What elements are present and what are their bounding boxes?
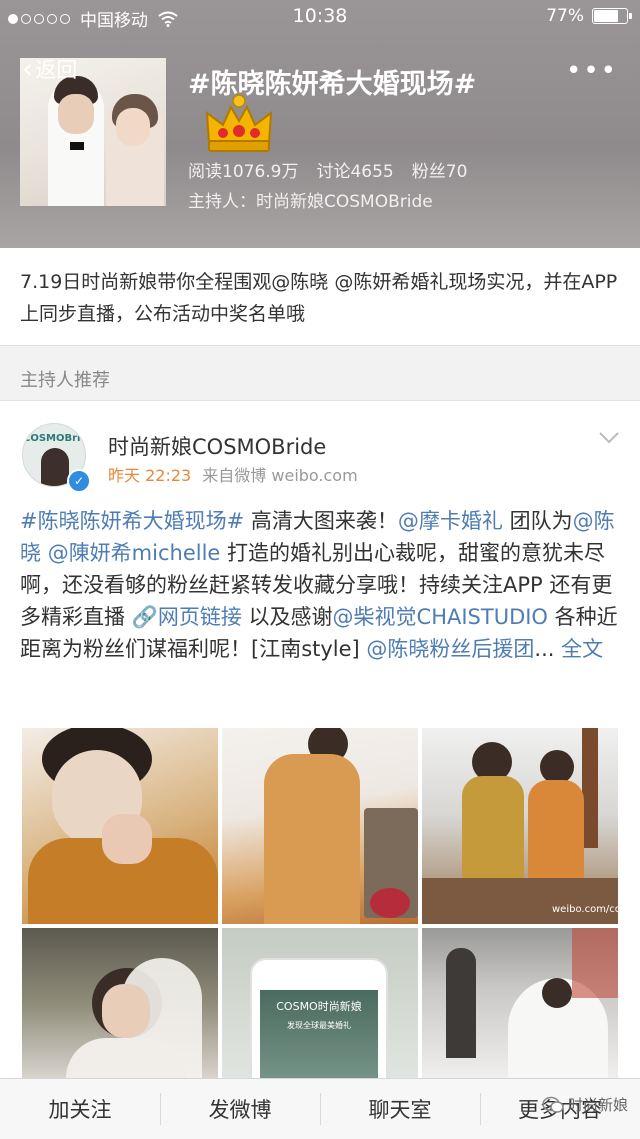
post-text-segment: 以及感谢 <box>241 605 333 629</box>
chevron-down-icon[interactable] <box>598 431 620 445</box>
post-photo-1[interactable] <box>22 728 218 924</box>
post-meta: 昨天 22:23 来自微博 weibo.com <box>108 462 358 486</box>
post-photo-6[interactable] <box>422 928 618 1078</box>
wechat-account-name: 时尚新娘 <box>567 1096 628 1114</box>
phone-mockup: COSMO时尚新娘 发现全球最美婚礼 <box>250 958 388 1078</box>
chevron-left-icon: ‹ <box>22 52 34 85</box>
chatroom-button[interactable]: 聊天室 <box>320 1079 480 1139</box>
topic-host[interactable]: 主持人：时尚新娘COSMOBride <box>188 187 433 212</box>
post-link[interactable]: @陳妍希michelle <box>48 541 221 565</box>
section-label: 主持人推荐 <box>20 370 110 391</box>
post-text-segment: 团队为 <box>502 509 573 533</box>
topic-description: 7.19日时尚新娘带你全程围观@陈晓 @陈妍希婚礼现场实况，并在APP上同步直播… <box>0 248 640 346</box>
post-photo-3[interactable] <box>422 728 618 924</box>
post-weibo-button[interactable]: 发微博 <box>160 1079 320 1139</box>
post-author[interactable]: 时尚新娘COSMOBride <box>108 431 326 461</box>
post-source: 来自微博 weibo.com <box>202 466 358 485</box>
post-text-segment: ... <box>534 637 562 661</box>
post-link[interactable]: @陈晓粉丝后援团 <box>366 637 534 661</box>
wechat-watermark: 时尚新娘 <box>542 1094 628 1115</box>
post-link[interactable]: @摩卡婚礼 <box>398 509 503 533</box>
photo-watermark: weibo.com/cosmob <box>552 904 640 915</box>
clock: 10:38 <box>292 5 348 27</box>
post-text: #陈晓陈妍希大婚现场# 高清大图来袭！@摩卡婚礼 团队为@陈晓 @陳妍希mich… <box>20 505 624 665</box>
back-button[interactable]: ‹ 返回 <box>22 54 77 84</box>
verified-badge-icon: ✓ <box>67 469 91 493</box>
topic-stats: 阅读1076.9万 讨论4655 粉丝70 <box>188 157 467 182</box>
battery-percent: 77% <box>546 6 584 26</box>
post-link[interactable]: 全文 <box>561 637 603 661</box>
wechat-icon <box>542 1096 564 1113</box>
more-menu-button[interactable]: ••• <box>566 58 618 84</box>
read-count: 阅读1076.9万 <box>188 162 299 182</box>
phone-screen-subtitle: 发现全球最美婚礼 <box>287 1021 351 1030</box>
discuss-count: 讨论4655 <box>316 162 394 182</box>
post-link[interactable]: #陈晓陈妍希大婚现场# <box>20 509 244 533</box>
post-link[interactable]: @柴视觉CHAISTUDIO <box>333 605 548 629</box>
post-photo-5[interactable]: COSMO时尚新娘 发现全球最美婚礼 <box>222 928 418 1078</box>
post-photo-4[interactable] <box>22 928 218 1078</box>
crown-icon <box>205 94 273 152</box>
avatar-text: COSMOBride <box>23 433 85 444</box>
post-text-segment <box>41 541 48 565</box>
phone-screen-title: COSMO时尚新娘 <box>276 1000 362 1013</box>
topic-header: 中国移动 10:38 77% ‹ 返回 ••• #陈晓陈妍希大婚现场# 阅读10… <box>0 0 640 248</box>
post-link[interactable]: 🔗网页链接 <box>132 605 242 629</box>
back-label: 返回 <box>35 58 78 82</box>
description-text: 7.19日时尚新娘带你全程围观@陈晓 @陈妍希婚礼现场实况，并在APP上同步直播… <box>20 271 618 325</box>
status-bar: 中国移动 10:38 77% <box>0 0 640 34</box>
post-photo-2[interactable] <box>222 728 418 924</box>
post-text-segment: 高清大图来袭！ <box>244 509 398 533</box>
battery-icon <box>592 8 632 24</box>
fans-count: 粉丝70 <box>411 162 468 182</box>
follow-button[interactable]: 加关注 <box>0 1079 160 1139</box>
post-time: 昨天 22:23 <box>108 466 192 485</box>
